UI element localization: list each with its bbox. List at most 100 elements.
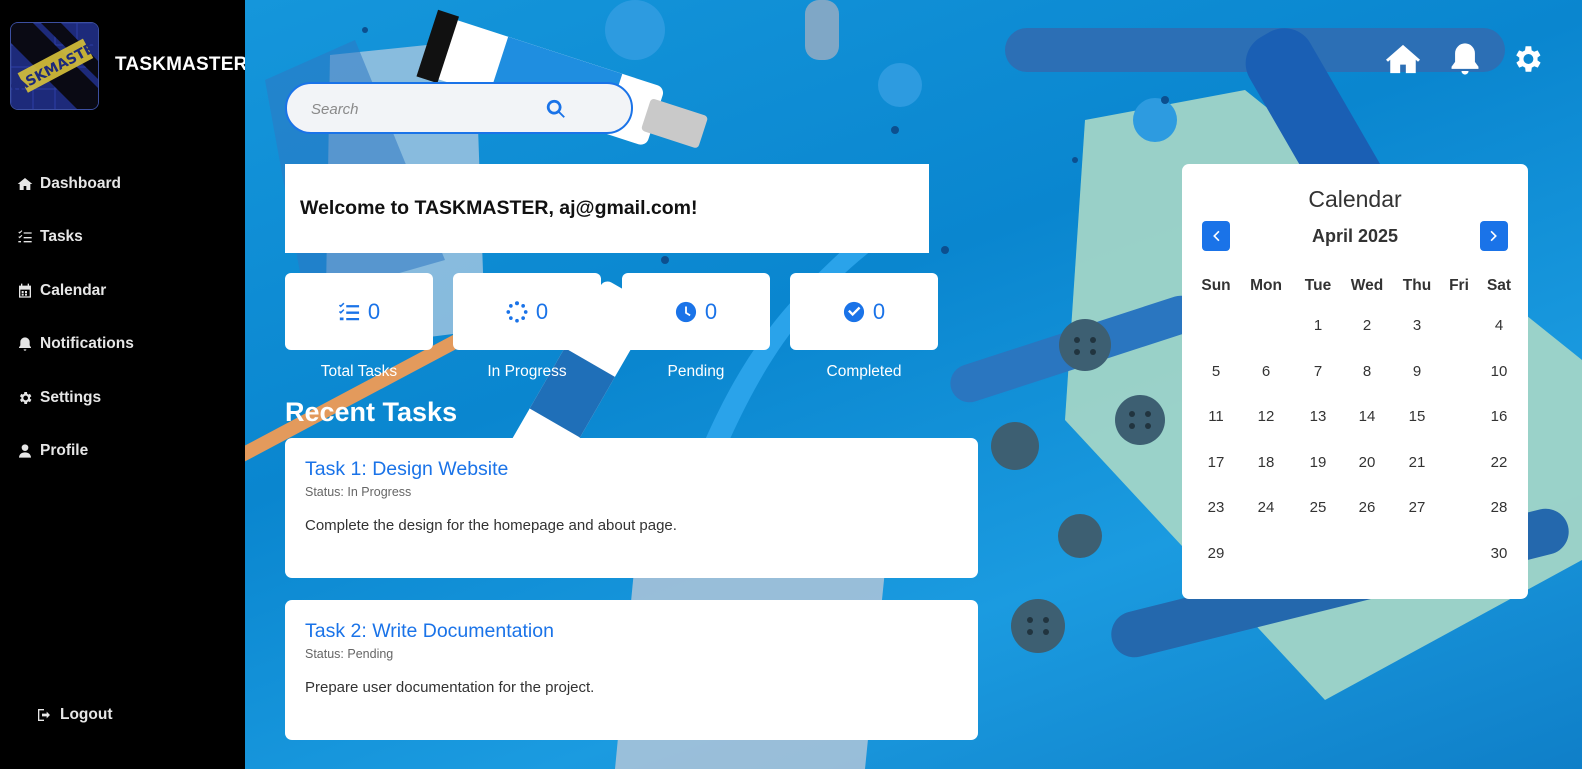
sidebar-nav: Dashboard Tasks Calendar Notifications S…	[0, 157, 245, 478]
calendar-week-row: 11 12 13 14 15 16	[1196, 394, 1516, 440]
calendar-weekday-row: Sun Mon Tue Wed Thu Fri Sat	[1196, 268, 1516, 303]
task-list-icon	[338, 302, 359, 320]
stat-value: 0	[535, 298, 549, 324]
calendar-day[interactable]: 21	[1394, 454, 1440, 471]
calendar-day[interactable]: 26	[1340, 499, 1394, 516]
user-icon	[16, 442, 34, 460]
calendar-day[interactable]: 13	[1296, 408, 1340, 425]
home-icon	[16, 175, 34, 193]
calendar-day[interactable]: 10	[1478, 363, 1520, 380]
search-icon[interactable]	[545, 98, 567, 120]
calendar-day[interactable]: 5	[1196, 363, 1236, 380]
weekday-label: Mon	[1250, 276, 1282, 294]
calendar-week-row: 23 24 25 26 27 28	[1196, 485, 1516, 531]
sidebar-item-settings[interactable]: Settings	[0, 371, 245, 425]
calendar-day[interactable]: 11	[1196, 408, 1236, 425]
calendar-day[interactable]: 20	[1340, 454, 1394, 471]
stat-completed[interactable]: 0	[790, 273, 938, 350]
calendar-day[interactable]: 17	[1196, 454, 1236, 471]
gear-icon	[1516, 46, 1541, 72]
calendar-week-row: 29 30	[1196, 531, 1516, 577]
sidebar-item-label: Dashboard	[40, 174, 121, 192]
calendar-weeks: 1 2 3 4 5 6 7 8 9 10 11 12 13 14 15 16 17 18 19 20 21 22 23 24 2…	[1196, 303, 1516, 576]
calendar-day[interactable]: 25	[1296, 499, 1340, 516]
welcome-text: Welcome to TASKMASTER, aj@gmail.com!	[300, 197, 698, 219]
sidebar-item-notifications[interactable]: Notifications	[0, 318, 245, 372]
task-status: Status: In Progress	[305, 485, 412, 499]
calendar-day[interactable]: 7	[1296, 363, 1340, 380]
sidebar: TASKMASTER TASKMASTER Dashboard Tasks Ca…	[0, 0, 248, 769]
stat-pending[interactable]: 0	[622, 273, 770, 350]
sidebar-item-calendar[interactable]: Calendar	[0, 264, 245, 318]
logout-button[interactable]: Logout	[36, 706, 113, 724]
calendar-day[interactable]: 30	[1478, 545, 1520, 562]
calendar-day[interactable]: 9	[1394, 363, 1440, 380]
spinner-icon	[506, 300, 528, 323]
calendar-day[interactable]: 3	[1394, 317, 1440, 334]
calendar-day[interactable]: 27	[1394, 499, 1440, 516]
stat-in-progress[interactable]: 0	[453, 273, 601, 350]
calendar-day[interactable]: 2	[1340, 317, 1394, 334]
calendar-day[interactable]: 4	[1478, 317, 1520, 334]
calendar-next-button[interactable]	[1480, 221, 1508, 251]
calendar-day[interactable]: 15	[1394, 408, 1440, 425]
chevron-right-icon	[1490, 230, 1497, 242]
stat-total-tasks[interactable]: 0	[285, 273, 433, 350]
stat-label: Completed	[826, 363, 902, 380]
sidebar-item-profile[interactable]: Profile	[0, 425, 245, 479]
sidebar-item-tasks[interactable]: Tasks	[0, 211, 245, 265]
calendar-day[interactable]: 23	[1196, 499, 1236, 516]
sidebar-item-label: Notifications	[40, 335, 134, 353]
calendar-day[interactable]: 24	[1236, 499, 1296, 516]
calendar-day[interactable]: 29	[1196, 545, 1236, 562]
task-title-link[interactable]: Task 2: Write Documentation	[305, 620, 958, 643]
calendar-month: April 2025	[1311, 226, 1399, 246]
brand-name: TASKMASTER	[115, 54, 248, 75]
sidebar-item-label: Profile	[40, 442, 89, 460]
stat-value: 0	[872, 298, 886, 324]
weekday-label: Thu	[1402, 276, 1432, 294]
calendar-grid: Sun Mon Tue Wed Thu Fri Sat 1 2 3 4 5 6 7 8 9 10 1…	[1196, 268, 1516, 576]
logout-label: Logout	[60, 706, 113, 723]
weekday-label: Fri	[1449, 276, 1469, 294]
calendar-day[interactable]: 22	[1478, 454, 1520, 471]
task-card[interactable]: Task 1: Design Website Status: In Progre…	[285, 438, 978, 578]
calendar-icon	[16, 282, 34, 300]
sidebar-item-dashboard[interactable]: Dashboard	[0, 157, 245, 211]
calendar-day[interactable]: 19	[1296, 454, 1340, 471]
logout-icon	[38, 709, 50, 721]
weekday-label: Sun	[1201, 276, 1231, 294]
settings-button[interactable]	[1510, 42, 1544, 76]
stat-label: Total Tasks	[320, 363, 398, 380]
notifications-button[interactable]	[1448, 42, 1482, 76]
calendar-day[interactable]: 1	[1296, 317, 1340, 334]
tasks-list-icon	[16, 228, 34, 246]
calendar-day[interactable]: 16	[1478, 408, 1520, 425]
weekday-label: Tue	[1304, 276, 1332, 294]
welcome-banner: Welcome to TASKMASTER, aj@gmail.com!	[285, 164, 929, 253]
search-input[interactable]	[311, 96, 531, 122]
stat-value: 0	[367, 298, 381, 324]
task-status: Status: Pending	[305, 647, 394, 661]
calendar-day[interactable]: 28	[1478, 499, 1520, 516]
app-logo[interactable]: TASKMASTER	[10, 22, 99, 110]
task-description: Complete the design for the homepage and…	[305, 517, 677, 534]
home-icon	[1386, 44, 1420, 74]
bell-icon	[1451, 43, 1479, 75]
task-card[interactable]: Task 2: Write Documentation Status: Pend…	[285, 600, 978, 740]
calendar-day[interactable]: 18	[1236, 454, 1296, 471]
sidebar-item-label: Tasks	[40, 228, 83, 246]
calendar-week-row: 5 6 7 8 9 10	[1196, 349, 1516, 395]
calendar-day[interactable]: 8	[1340, 363, 1394, 380]
home-button[interactable]	[1386, 42, 1420, 76]
calendar-day[interactable]: 6	[1236, 363, 1296, 380]
calendar-day[interactable]: 14	[1340, 408, 1394, 425]
gear-icon	[16, 389, 34, 407]
calendar-week-row: 1234	[1196, 303, 1516, 349]
sidebar-item-label: Settings	[40, 388, 102, 406]
sidebar-item-label: Calendar	[40, 281, 107, 299]
clock-icon	[675, 301, 696, 322]
recent-tasks-heading: Recent Tasks	[285, 397, 458, 427]
calendar-day[interactable]: 12	[1236, 408, 1296, 425]
task-title-link[interactable]: Task 1: Design Website	[305, 458, 958, 481]
